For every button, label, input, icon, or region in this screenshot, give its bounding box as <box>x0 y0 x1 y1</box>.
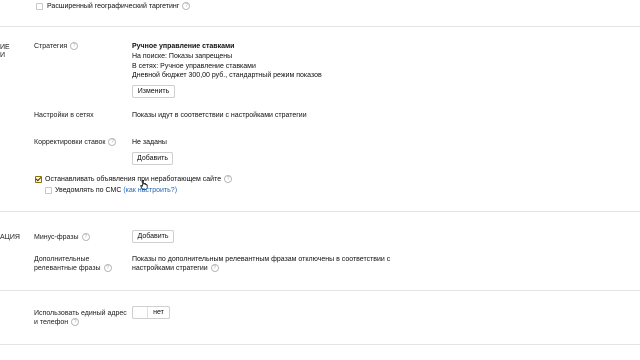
relevant-phrases-label-line1: Дополнительные <box>34 256 90 263</box>
stop-ads-label[interactable]: Останавливать объявления при неработающе… <box>45 176 221 183</box>
bid-adjustments-label: Корректировки ставок <box>34 139 106 146</box>
strategy-networks: В сетях: Ручное управление ставками <box>132 63 256 70</box>
single-address-toggle[interactable]: нет <box>132 306 170 319</box>
change-strategy-button[interactable]: Изменить <box>132 85 175 98</box>
section-divider <box>0 290 640 291</box>
add-minus-phrases-button[interactable]: Добавить <box>132 230 174 243</box>
relevant-phrases-label-line2: релевантные фразы <box>34 265 101 272</box>
stop-ads-checkbox[interactable] <box>35 176 42 183</box>
toggle-value[interactable]: нет <box>148 307 169 318</box>
relevant-phrases-value-line2: настройками стратегии <box>132 265 208 272</box>
strategy-label-row: Стратегия? <box>34 42 79 51</box>
help-icon[interactable]: ? <box>70 42 79 51</box>
help-icon[interactable]: ? <box>210 264 219 273</box>
bid-adjustments-value: Не заданы <box>132 139 167 146</box>
stop-ads-row: Останавливать объявления при неработающе… <box>45 175 233 184</box>
single-address-label-line1: Использовать единый адрес <box>34 310 127 317</box>
help-icon[interactable]: ? <box>182 2 191 11</box>
sms-notify-row: Уведомлять по СМС (как настроить?) <box>55 186 177 195</box>
help-icon[interactable]: ? <box>108 138 117 147</box>
section-divider <box>0 344 640 345</box>
help-icon[interactable]: ? <box>224 175 233 184</box>
network-settings-value: Показы идут в соответствии с настройками… <box>132 112 307 119</box>
help-icon[interactable]: ? <box>103 264 112 273</box>
strategy-budget: Дневной бюджет 300,00 руб., стандартный … <box>132 72 322 79</box>
geo-targeting-checkbox[interactable] <box>36 3 43 10</box>
network-settings-label: Настройки в сетях <box>34 112 94 119</box>
help-icon[interactable]: ? <box>71 318 80 327</box>
geo-targeting-label: Расширенный географический таргетинг <box>47 3 180 10</box>
relevant-phrases-label-row: релевантные фразы? <box>34 264 112 273</box>
sms-notify-label: Уведомлять по СМС <box>55 187 122 194</box>
minus-phrases-label: Минус-фразы <box>34 234 79 241</box>
relevant-phrases-value-row: настройками стратегии? <box>132 264 219 273</box>
single-address-label-row: и телефон? <box>34 318 80 327</box>
strategy-search: На поиске: Показы запрещены <box>132 53 233 60</box>
section-divider <box>0 26 640 27</box>
section-divider <box>0 211 640 212</box>
bid-adjustments-label-row: Корректировки ставок? <box>34 138 117 147</box>
sms-notify-checkbox[interactable] <box>45 187 52 194</box>
relevant-phrases-value-line1: Показы по дополнительным релевантным фра… <box>132 256 391 263</box>
how-to-setup-link[interactable]: (как настроить?) <box>123 187 177 194</box>
single-address-label-line2: и телефон <box>34 319 69 326</box>
strategy-label: Стратегия <box>34 43 68 50</box>
minus-phrases-label-row: Минус-фразы? <box>34 233 90 242</box>
help-icon[interactable]: ? <box>81 233 90 242</box>
section-title-fragment: АЦИЯ <box>0 234 20 241</box>
add-bid-adjustment-button[interactable]: Добавить <box>132 152 173 165</box>
section-title-fragment: И <box>0 52 6 59</box>
geo-targeting-row: Расширенный географический таргетинг? <box>47 2 191 11</box>
strategy-name: Ручное управление ставками <box>132 43 235 50</box>
toggle-off-segment[interactable] <box>133 307 148 318</box>
